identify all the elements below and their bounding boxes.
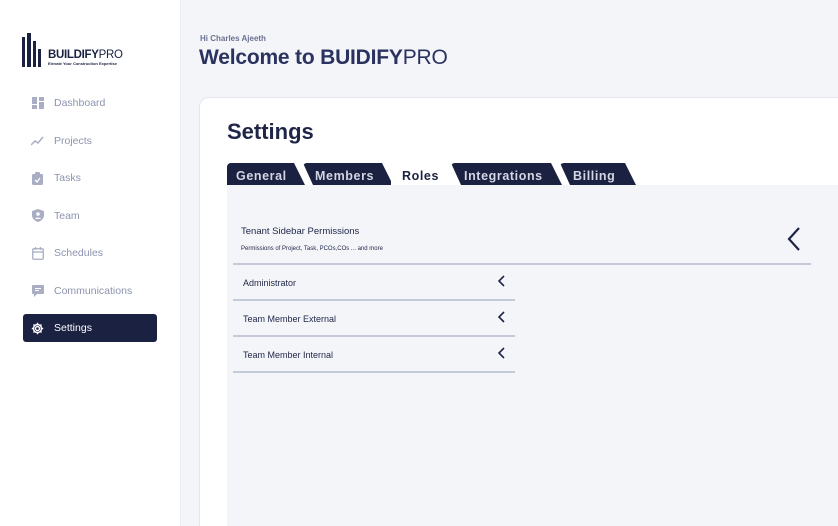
role-row-team-member-internal[interactable]: Team Member Internal: [233, 337, 515, 373]
logo-building-icon: [22, 33, 46, 67]
sidebar-item-label: Schedules: [54, 247, 104, 259]
role-label: Team Member Internal: [243, 350, 334, 360]
sidebar-item-settings[interactable]: Settings: [23, 314, 157, 342]
brand-name: BUILDIFYPRO: [48, 49, 123, 61]
sidebar-item-label: Settings: [54, 322, 92, 334]
calendar-icon: [31, 246, 44, 260]
settings-title: Settings: [227, 119, 314, 144]
page-title: Welcome to BUIDIFYPRO: [199, 46, 448, 69]
permissions-title: Tenant Sidebar Permissions: [241, 226, 360, 237]
tab-billing[interactable]: Billing: [560, 163, 636, 185]
roles-list: Administrator Team Member External Team …: [233, 265, 515, 373]
tab-general[interactable]: General: [227, 163, 305, 185]
tab-label: Roles: [402, 169, 440, 183]
brand-tagline: Elevate Your Construction Expertise: [48, 61, 117, 66]
tab-integrations[interactable]: Integrations: [451, 163, 562, 185]
sidebar-item-communications[interactable]: Communications: [23, 277, 157, 305]
sidebar-item-schedules[interactable]: Schedules: [23, 239, 157, 267]
clipboard-icon: [31, 171, 44, 185]
tab-roles[interactable]: Roles: [391, 163, 453, 185]
tab-label: General: [236, 169, 287, 183]
sidebar-item-label: Tasks: [54, 172, 81, 184]
user-greeting: Hi Charles Ajeeth: [200, 34, 266, 43]
settings-tabs: General Members Roles Integrations Billi…: [227, 163, 647, 185]
chevron-left-icon[interactable]: [497, 346, 505, 364]
tab-label: Members: [315, 169, 375, 183]
role-row-administrator[interactable]: Administrator: [233, 265, 515, 301]
sidebar-item-team[interactable]: Team: [23, 202, 157, 230]
chevron-left-icon[interactable]: [497, 310, 505, 328]
sidebar-item-dashboard[interactable]: Dashboard: [23, 89, 157, 117]
chevron-left-icon[interactable]: [787, 226, 801, 257]
tab-label: Integrations: [464, 169, 543, 183]
role-row-team-member-external[interactable]: Team Member External: [233, 301, 515, 337]
gear-icon: [31, 322, 44, 335]
permissions-subtitle: Permissions of Project, Task, PCOs,COs .…: [241, 246, 383, 252]
trend-line-icon: [31, 134, 44, 147]
chevron-left-icon[interactable]: [497, 274, 505, 292]
tab-members[interactable]: Members: [303, 163, 393, 185]
app-logo[interactable]: BUILDIFYPRO Elevate Your Construction Ex…: [22, 31, 123, 67]
sidebar-item-label: Team: [54, 209, 80, 222]
sidebar-nav: Dashboard Projects Tasks Team Schedules: [23, 89, 157, 352]
chat-icon: [31, 284, 44, 297]
sidebar-item-projects[interactable]: Projects: [23, 127, 157, 155]
dashboard-icon: [31, 97, 44, 110]
role-label: Administrator: [243, 278, 297, 288]
sidebar-item-label: Communications: [54, 284, 133, 297]
shield-user-icon: [31, 209, 44, 222]
tab-label: Billing: [573, 169, 616, 183]
sidebar-item-label: Dashboard: [54, 97, 106, 109]
role-label: Team Member External: [243, 314, 337, 324]
sidebar: BUILDIFYPRO Elevate Your Construction Ex…: [0, 0, 181, 526]
sidebar-item-label: Projects: [54, 134, 92, 147]
sidebar-item-tasks[interactable]: Tasks: [23, 164, 157, 192]
tenant-sidebar-permissions-header[interactable]: Tenant Sidebar Permissions Permissions o…: [233, 216, 811, 265]
